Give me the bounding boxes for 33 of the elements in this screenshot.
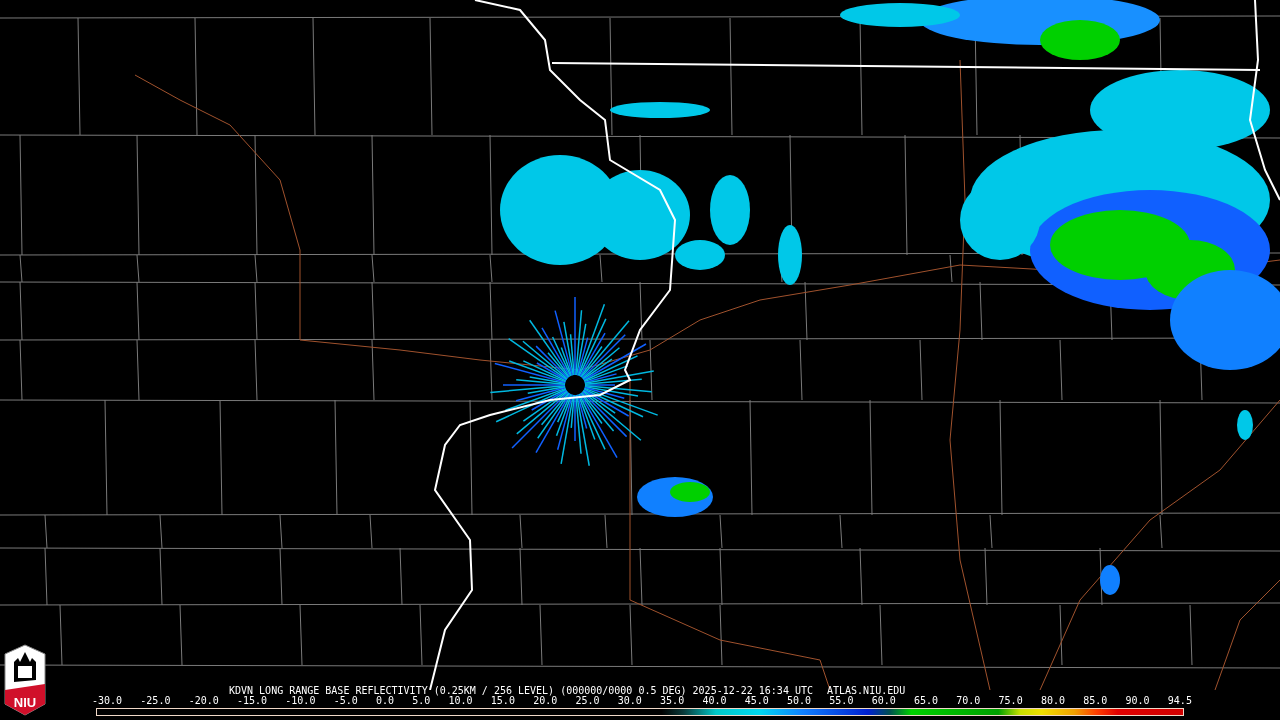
scale-tick-label: 25.0 (575, 696, 600, 706)
logo-text: NIU (13, 695, 37, 710)
scale-tick-label: 45.0 (744, 696, 769, 706)
scale-tick-label: 15.0 (490, 696, 515, 706)
scale-tick-label: 75.0 (998, 696, 1023, 706)
product-title: KDVN LONG RANGE BASE REFLECTIVITY (0.25KM / 256 LEVEL) (000000/0000 0.5 DEG) 2025-12-22 16:34 UTC (229, 686, 813, 696)
precipitation-echo (778, 225, 802, 285)
scale-tick-label: 5.0 (412, 696, 431, 706)
scale-tick-label: -30.0 (92, 696, 123, 706)
scale-tick-label: 90.0 (1125, 696, 1150, 706)
scale-tick-label: 30.0 (617, 696, 642, 706)
scale-tick-label: -15.0 (237, 696, 268, 706)
scale-tick-label: 85.0 (1083, 696, 1108, 706)
scale-tick-label: 10.0 (448, 696, 473, 706)
scale-tick-label: 40.0 (702, 696, 727, 706)
scale-tick-label: -20.0 (188, 696, 219, 706)
tower-icon (14, 652, 36, 682)
scale-tick-label: 70.0 (956, 696, 981, 706)
scale-tick-label: 60.0 (871, 696, 896, 706)
scale-tick-label: 20.0 (533, 696, 558, 706)
scale-tick-label: 55.0 (829, 696, 854, 706)
scale-tick-label: 94.5 (1167, 696, 1192, 706)
scale-tick-label: -5.0 (333, 696, 358, 706)
scale-tick-label: 35.0 (660, 696, 685, 706)
scale-tick-label: 80.0 (1040, 696, 1065, 706)
scale-tick-label: 0.0 (375, 696, 394, 706)
source-url: ATLAS.NIU.EDU (827, 686, 906, 696)
scale-tick-label: 65.0 (913, 696, 939, 706)
scale-tick-label: -25.0 (140, 696, 171, 706)
precipitation-echo (1100, 565, 1120, 595)
scale-tick-label: 50.0 (787, 696, 812, 706)
scale-tick-label: -10.0 (285, 696, 316, 706)
precipitation-echo (1237, 410, 1253, 440)
